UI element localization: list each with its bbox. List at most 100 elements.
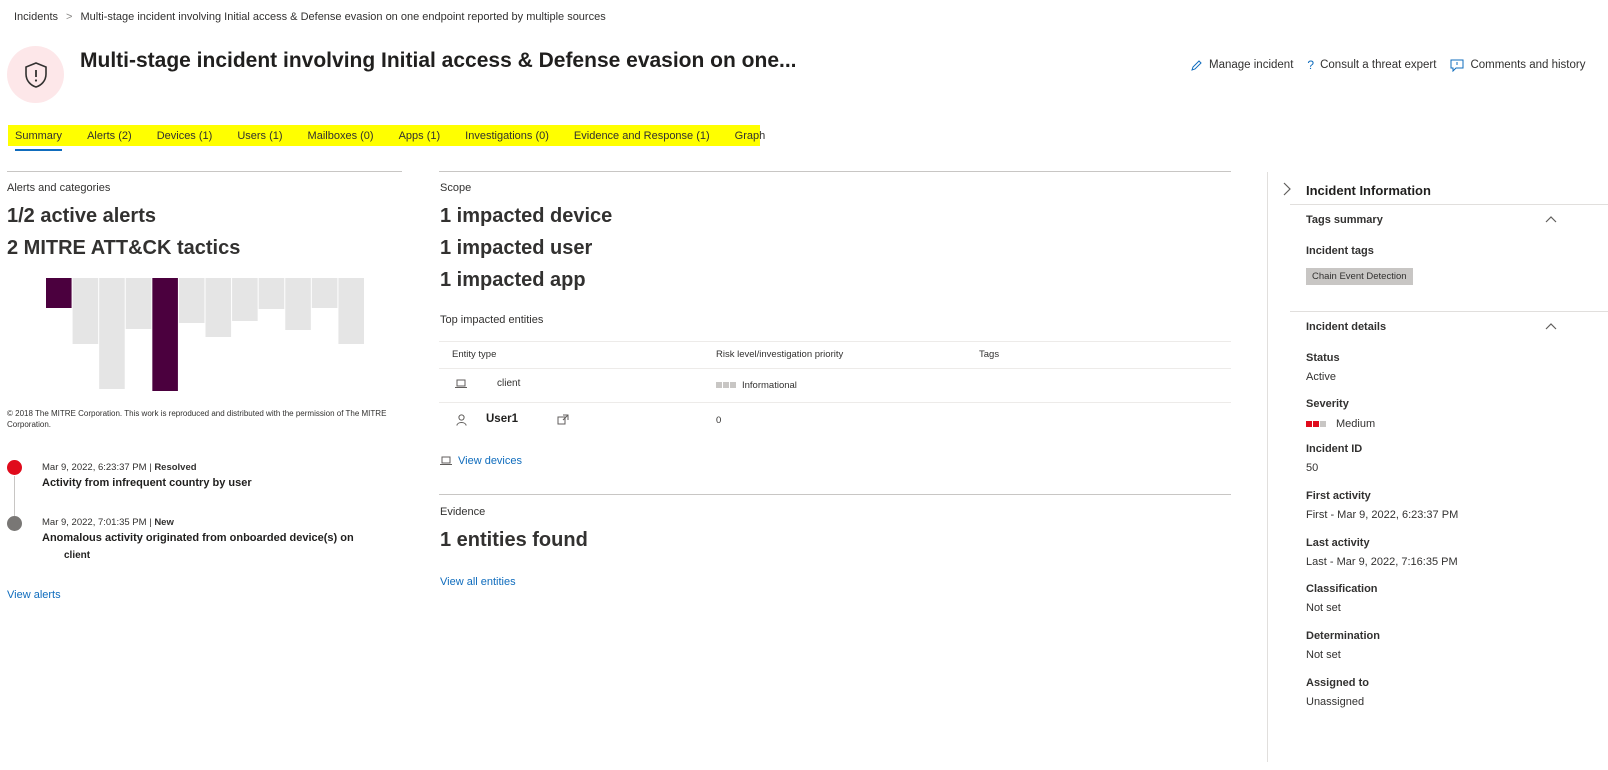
tactic-bar-8[interactable] — [232, 278, 258, 321]
tab-bar: Summary Alerts (2) Devices (1) Users (1)… — [8, 125, 765, 151]
chevron-up-icon[interactable] — [1545, 215, 1557, 223]
tab-users[interactable]: Users (1) — [237, 125, 282, 146]
alerts-divider — [7, 171, 402, 172]
first-activity-value: First - Mar 9, 2022, 6:23:37 PM — [1306, 509, 1459, 521]
active-alerts-stat: 1/2 active alerts — [7, 205, 156, 227]
laptop-icon — [455, 379, 467, 388]
tactic-bar-7[interactable] — [205, 278, 232, 337]
severity-label: Severity — [1306, 398, 1349, 410]
view-devices-link[interactable]: View devices — [440, 455, 522, 467]
alerts-section-label: Alerts and categories — [7, 182, 111, 194]
tab-alerts[interactable]: Alerts (2) — [87, 125, 132, 146]
alert-2-meta: Mar 9, 2022, 7:01:35 PM | New — [42, 517, 174, 528]
tab-apps[interactable]: Apps (1) — [399, 125, 441, 146]
comment-icon — [1450, 59, 1464, 72]
tactic-bar-9[interactable] — [258, 278, 285, 309]
alert-2-device: client — [64, 550, 91, 561]
breadcrumb-incidents-link[interactable]: Incidents — [14, 11, 58, 23]
table-row[interactable]: User1 0 — [439, 403, 1231, 437]
comments-history-button[interactable]: Comments and history — [1450, 58, 1585, 72]
tab-evidence-response[interactable]: Evidence and Response (1) — [574, 125, 710, 146]
determination-label: Determination — [1306, 630, 1380, 642]
entity-name: client — [497, 378, 521, 389]
tab-summary[interactable]: Summary — [15, 125, 63, 151]
tab-investigations[interactable]: Investigations (0) — [465, 125, 549, 146]
user-icon — [456, 414, 467, 426]
shield-alert-icon — [24, 61, 47, 88]
assigned-to-value: Unassigned — [1306, 696, 1365, 708]
entity-name[interactable]: User1 — [486, 413, 518, 425]
severity-value: Medium — [1306, 418, 1375, 430]
panel-divider — [1267, 172, 1268, 762]
timeline-dot-resolved — [7, 460, 22, 475]
determination-value: Not set — [1306, 649, 1341, 661]
panel-title: Incident Information — [1306, 183, 1431, 198]
mitre-tactics-chart — [46, 278, 364, 391]
timeline-connector — [14, 476, 15, 516]
table-top-rule — [439, 341, 1231, 342]
column-entity-type[interactable]: Entity type — [452, 349, 496, 360]
breadcrumb-current: Multi-stage incident involving Initial a… — [80, 11, 606, 23]
tactic-bar-2[interactable] — [72, 278, 99, 344]
alert-2-title[interactable]: Anomalous activity originated from onboa… — [42, 530, 372, 564]
tab-mailboxes[interactable]: Mailboxes (0) — [308, 125, 374, 146]
consult-threat-expert-button[interactable]: ? Consult a threat expert — [1307, 58, 1436, 72]
details-rule — [1290, 311, 1608, 312]
alert-1-meta: Mar 9, 2022, 6:23:37 PM | Resolved — [42, 462, 197, 473]
evidence-section-label: Evidence — [440, 506, 486, 518]
tactic-bar-4[interactable] — [125, 278, 152, 329]
entity-risk: 0 — [716, 415, 722, 426]
impacted-apps-stat: 1 impacted app — [440, 269, 586, 291]
mitre-copyright: © 2018 The MITRE Corporation. This work … — [7, 409, 387, 429]
tags-summary-heading[interactable]: Tags summary — [1306, 214, 1383, 226]
top-entities-label: Top impacted entities — [440, 314, 544, 326]
severity-bars — [1306, 421, 1326, 427]
incident-id-value: 50 — [1306, 462, 1319, 474]
impacted-users-stat: 1 impacted user — [440, 237, 593, 259]
mitre-tactics-stat: 2 MITRE ATT&CK tactics — [7, 237, 241, 259]
timeline-dot-new — [7, 516, 22, 531]
tactic-bar-1[interactable] — [46, 278, 72, 308]
column-tags[interactable]: Tags — [979, 349, 999, 360]
risk-level-bars — [716, 382, 736, 388]
open-external-icon[interactable] — [557, 414, 569, 425]
tactic-bar-12[interactable] — [338, 278, 364, 344]
tactic-bar-6[interactable] — [178, 278, 205, 323]
impacted-devices-stat: 1 impacted device — [440, 205, 613, 227]
tab-graph[interactable]: Graph — [735, 125, 766, 146]
last-activity-label: Last activity — [1306, 537, 1370, 549]
status-label: Status — [1306, 352, 1340, 364]
pencil-icon — [1191, 59, 1202, 71]
assigned-to-label: Assigned to — [1306, 677, 1369, 689]
last-activity-value: Last - Mar 9, 2022, 7:16:35 PM — [1306, 556, 1458, 568]
column-risk-level[interactable]: Risk level/investigation priority — [716, 349, 843, 360]
classification-value: Not set — [1306, 602, 1341, 614]
alert-1-title[interactable]: Activity from infrequent country by user — [42, 475, 252, 492]
tactic-bar-10[interactable] — [285, 278, 311, 330]
manage-incident-button[interactable]: Manage incident — [1190, 58, 1293, 72]
scope-divider — [439, 171, 1231, 172]
incident-id-label: Incident ID — [1306, 443, 1363, 455]
header-actions: Manage incident ? Consult a threat exper… — [1190, 58, 1608, 72]
table-row[interactable]: client Informational — [439, 369, 1231, 402]
page-title: Multi-stage incident involving Initial a… — [80, 49, 797, 72]
question-icon: ? — [1307, 58, 1315, 72]
view-alerts-link[interactable]: View alerts — [7, 589, 61, 601]
chevron-right-icon[interactable] — [1282, 182, 1292, 196]
tactic-bar-3[interactable] — [99, 278, 125, 389]
incident-avatar — [7, 46, 64, 103]
entity-risk: Informational — [742, 380, 797, 391]
breadcrumb: Incidents > Multi-stage incident involvi… — [14, 11, 606, 23]
tactic-bar-5[interactable] — [152, 278, 178, 391]
tab-devices[interactable]: Devices (1) — [157, 125, 213, 146]
view-all-entities-link[interactable]: View all entities — [440, 576, 516, 588]
scope-section-label: Scope — [440, 182, 472, 194]
first-activity-label: First activity — [1306, 490, 1371, 502]
incident-details-heading[interactable]: Incident details — [1306, 321, 1386, 333]
panel-title-rule — [1290, 204, 1608, 205]
incident-tag-chip[interactable]: Chain Event Detection — [1306, 266, 1413, 285]
chevron-up-icon[interactable] — [1545, 322, 1557, 330]
chevron-right-icon: > — [66, 11, 73, 23]
tactic-bar-11[interactable] — [311, 278, 338, 308]
laptop-icon — [440, 456, 452, 465]
